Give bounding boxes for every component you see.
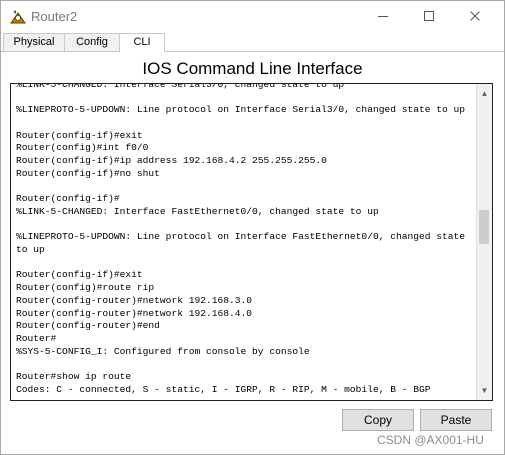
terminal-line: %SYS-5-CONFIG_I: Configured from console…: [16, 345, 310, 357]
router-window: Router2 Physical Config CLI IOS Command …: [0, 0, 505, 455]
close-button[interactable]: [452, 1, 498, 31]
terminal-line: %LINEPROTO-5-UPDOWN: Line protocol on In…: [16, 231, 471, 256]
title-bar: Router2: [1, 1, 504, 33]
close-icon: [470, 11, 480, 21]
tab-config[interactable]: Config: [64, 33, 120, 51]
vertical-scrollbar[interactable]: ▲ ▼: [476, 84, 492, 400]
window-title: Router2: [31, 9, 78, 24]
terminal-line: Codes: C - connected, S - static, I - IG…: [16, 383, 431, 395]
terminal-line: Router(config-if)#ip address 192.168.4.2…: [16, 155, 327, 167]
scroll-down-icon[interactable]: ▼: [477, 383, 492, 398]
terminal-line: Router(config-if)#exit: [16, 269, 143, 281]
scroll-up-icon[interactable]: ▲: [477, 86, 492, 101]
minimize-icon: [378, 16, 388, 17]
minimize-button[interactable]: [360, 1, 406, 31]
terminal-line: Router#: [16, 332, 57, 344]
maximize-icon: [424, 11, 434, 21]
tab-bar: Physical Config CLI: [1, 33, 504, 52]
terminal-line: %LINEPROTO-5-UPDOWN: Line protocol on In…: [16, 104, 466, 116]
router-app-icon: [10, 10, 26, 24]
tab-physical[interactable]: Physical: [3, 33, 65, 51]
terminal-line: Router(config-if)#no shut: [16, 167, 160, 179]
terminal-line: Router(config-router)#end: [16, 320, 160, 332]
terminal-output[interactable]: %LINK-5-CHANGED: Interface Serial3/0, ch…: [16, 83, 472, 396]
cli-terminal[interactable]: %LINK-5-CHANGED: Interface Serial3/0, ch…: [10, 83, 493, 401]
terminal-line: Router(config-router)#network 192.168.4.…: [16, 307, 253, 319]
copy-button[interactable]: Copy: [342, 409, 414, 431]
terminal-line: Router#show ip route: [16, 371, 132, 383]
scroll-thumb[interactable]: [479, 210, 489, 244]
terminal-line: Router(config)#int f0/0: [16, 142, 149, 154]
tab-cli[interactable]: CLI: [119, 33, 165, 52]
terminal-line: Router(config-if)#exit: [16, 129, 143, 141]
paste-button[interactable]: Paste: [420, 409, 492, 431]
terminal-line: %LINK-5-CHANGED: Interface Serial3/0, ch…: [16, 83, 345, 90]
terminal-line: %LINK-5-CHANGED: Interface FastEthernet0…: [16, 205, 379, 217]
watermark: CSDN @AX001-HU: [377, 433, 484, 447]
cli-heading: IOS Command Line Interface: [142, 59, 363, 78]
maximize-button[interactable]: [406, 1, 452, 31]
terminal-line: Router(config-if)#: [16, 193, 120, 205]
terminal-line: Router(config)#route rip: [16, 282, 155, 294]
terminal-line: Router(config-router)#network 192.168.3.…: [16, 294, 253, 306]
